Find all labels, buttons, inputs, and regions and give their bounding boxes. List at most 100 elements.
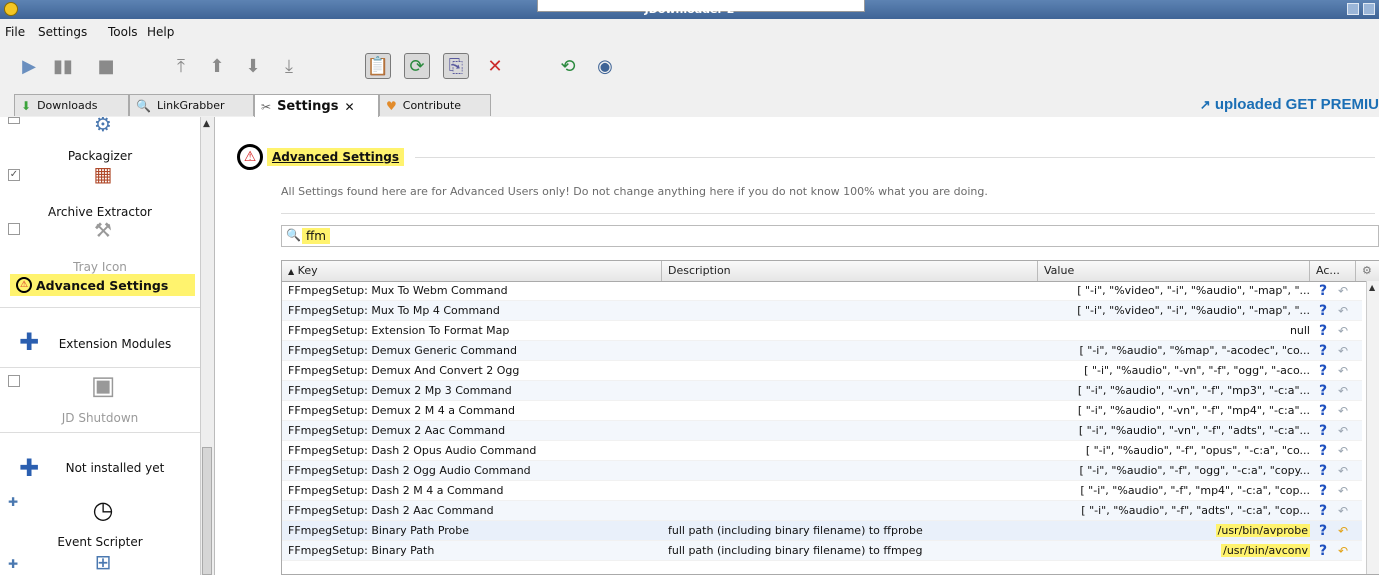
sidebar-scrollbar[interactable]: ▲: [200, 117, 214, 575]
auto-reconnect-icon[interactable]: ⟳: [404, 53, 430, 79]
help-icon[interactable]: ?: [1314, 361, 1332, 381]
sidebar-scroll-thumb[interactable]: [202, 447, 212, 575]
help-icon[interactable]: ?: [1314, 541, 1332, 561]
help-icon[interactable]: ?: [1314, 301, 1332, 321]
table-scrollbar[interactable]: ▲: [1366, 281, 1379, 574]
help-icon[interactable]: ?: [1314, 341, 1332, 361]
install-plus-icon[interactable]: ✚: [8, 557, 18, 571]
help-icon[interactable]: ?: [1314, 281, 1332, 301]
row-value[interactable]: [ "-i", "%video", "-i", "%audio", "-map"…: [1038, 281, 1310, 301]
table-row[interactable]: FFmpegSetup: Demux 2 Mp 3 Command [ "-i",…: [282, 381, 1362, 401]
row-value[interactable]: [ "-i", "%audio", "-f", "adts", "-c:a", …: [1038, 501, 1310, 521]
reset-icon[interactable]: ↶: [1334, 461, 1352, 481]
reset-icon[interactable]: ↶: [1334, 401, 1352, 421]
column-key[interactable]: ▲ Key: [282, 261, 662, 281]
reset-icon[interactable]: ↶: [1334, 341, 1352, 361]
play-icon[interactable]: ▶: [16, 53, 42, 79]
table-row[interactable]: FFmpegSetup: Demux 2 Aac Command [ "-i", …: [282, 421, 1362, 441]
move-down-icon[interactable]: ⬇: [240, 53, 266, 79]
table-row[interactable]: FFmpegSetup: Extension To Format Map null…: [282, 321, 1362, 341]
maximize-icon[interactable]: [1363, 3, 1375, 15]
table-row[interactable]: FFmpegSetup: Mux To Webm Command [ "-i", …: [282, 281, 1362, 301]
reset-icon[interactable]: ↶: [1334, 381, 1352, 401]
help-icon[interactable]: ?: [1314, 501, 1332, 521]
column-description[interactable]: Description: [662, 261, 1038, 281]
help-icon[interactable]: ?: [1314, 401, 1332, 421]
reset-icon[interactable]: ↶: [1334, 481, 1352, 501]
sidebar-item-not-installed[interactable]: Not installed yet: [30, 461, 200, 475]
table-row[interactable]: FFmpegSetup: Demux Generic Command [ "-i"…: [282, 341, 1362, 361]
move-top-icon[interactable]: ⤒: [168, 53, 194, 79]
table-row[interactable]: FFmpegSetup: Dash 2 M 4 a Command [ "-i",…: [282, 481, 1362, 501]
pause-icon[interactable]: ▮▮: [50, 53, 76, 79]
sidebar-item-jd-shutdown[interactable]: JD Shutdown: [0, 411, 200, 425]
tray-icon-checkbox[interactable]: [8, 223, 20, 235]
row-value[interactable]: null: [1038, 321, 1310, 341]
reset-icon[interactable]: ↶: [1334, 361, 1352, 381]
tab-linkgrabber[interactable]: 🔍 LinkGrabber: [129, 94, 254, 116]
menu-file[interactable]: File: [5, 25, 25, 39]
reset-icon[interactable]: ↶: [1334, 441, 1352, 461]
row-value[interactable]: [ "-i", "%audio", "-vn", "-f", "mp3", "-…: [1038, 381, 1310, 401]
table-row[interactable]: FFmpegSetup: Dash 2 Aac Command [ "-i", "…: [282, 501, 1362, 521]
reconnect-icon[interactable]: ⟲: [555, 53, 581, 79]
tab-contribute[interactable]: ♥ Contribute: [379, 94, 491, 116]
table-row[interactable]: FFmpegSetup: Mux To Mp 4 Command [ "-i", …: [282, 301, 1362, 321]
table-row[interactable]: FFmpegSetup: Demux 2 M 4 a Command [ "-i"…: [282, 401, 1362, 421]
menu-tools[interactable]: Tools: [108, 25, 138, 39]
sidebar-item-event-scripter[interactable]: Event Scripter: [0, 535, 200, 549]
column-actions[interactable]: Ac...: [1310, 261, 1356, 281]
menu-help[interactable]: Help: [147, 25, 174, 39]
scroll-up-icon[interactable]: ▲: [203, 119, 210, 129]
table-row[interactable]: FFmpegSetup: Binary Path full path (inclu…: [282, 541, 1362, 561]
jd-shutdown-checkbox[interactable]: [8, 375, 20, 387]
move-up-icon[interactable]: ⬆: [204, 53, 230, 79]
scroll-up-icon[interactable]: ▲: [1369, 283, 1375, 292]
filter-input[interactable]: 🔍 ffm: [281, 225, 1379, 247]
row-value[interactable]: [ "-i", "%audio", "-vn", "-f", "adts", "…: [1038, 421, 1310, 441]
row-value[interactable]: /usr/bin/avconv: [1038, 541, 1310, 561]
table-row[interactable]: FFmpegSetup: Binary Path Probe full path …: [282, 521, 1362, 541]
row-value[interactable]: [ "-i", "%audio", "-f", "mp4", "-c:a", "…: [1038, 481, 1310, 501]
install-plus-icon[interactable]: ✚: [8, 495, 18, 509]
table-row[interactable]: FFmpegSetup: Demux And Convert 2 Ogg [ "-…: [282, 361, 1362, 381]
help-icon[interactable]: ?: [1314, 441, 1332, 461]
sidebar-item-extension-modules[interactable]: Extension Modules: [30, 337, 200, 351]
row-value[interactable]: [ "-i", "%audio", "-f", "opus", "-c:a", …: [1038, 441, 1310, 461]
table-row[interactable]: FFmpegSetup: Dash 2 Opus Audio Command [ …: [282, 441, 1362, 461]
row-value[interactable]: [ "-i", "%audio", "-vn", "-f", "ogg", "-…: [1038, 361, 1310, 381]
help-icon[interactable]: ?: [1314, 521, 1332, 541]
close-tab-icon[interactable]: ✕: [344, 100, 354, 114]
reset-icon[interactable]: ↶: [1334, 541, 1352, 561]
menu-settings[interactable]: Settings: [38, 25, 87, 39]
sidebar-item-tray-icon[interactable]: Tray Icon: [0, 260, 200, 274]
reset-icon[interactable]: ↶: [1334, 421, 1352, 441]
premium-toggle-icon[interactable]: ⎘: [443, 53, 469, 79]
row-value[interactable]: [ "-i", "%audio", "-f", "ogg", "-c:a", "…: [1038, 461, 1310, 481]
reset-icon[interactable]: ↶: [1334, 321, 1352, 341]
checkbox-top[interactable]: [8, 117, 20, 124]
help-icon[interactable]: ?: [1314, 381, 1332, 401]
help-icon[interactable]: ?: [1314, 481, 1332, 501]
sidebar-item-advanced-settings[interactable]: ⚠ Advanced Settings: [10, 274, 195, 296]
move-bottom-icon[interactable]: ⤓: [276, 53, 302, 79]
row-value[interactable]: [ "-i", "%audio", "%map", "-acodec", "co…: [1038, 341, 1310, 361]
minimize-icon[interactable]: [1347, 3, 1359, 15]
column-value[interactable]: Value: [1038, 261, 1310, 281]
reset-icon[interactable]: ↶: [1334, 501, 1352, 521]
clipboard-observer-icon[interactable]: 📋: [365, 53, 391, 79]
column-config-icon[interactable]: ⚙: [1356, 261, 1379, 281]
help-icon[interactable]: ?: [1314, 461, 1332, 481]
help-icon[interactable]: ?: [1314, 421, 1332, 441]
tab-settings[interactable]: ✂ Settings ✕: [254, 94, 379, 118]
table-row[interactable]: FFmpegSetup: Dash 2 Ogg Audio Command [ "…: [282, 461, 1362, 481]
tab-downloads[interactable]: ⬇ Downloads: [14, 94, 129, 116]
reset-icon[interactable]: ↶: [1334, 301, 1352, 321]
archive-extractor-checkbox[interactable]: ✓: [8, 169, 20, 181]
speed-limit-icon[interactable]: ✕: [482, 53, 508, 79]
update-icon[interactable]: ◉: [592, 53, 618, 79]
help-icon[interactable]: ?: [1314, 321, 1332, 341]
row-value[interactable]: /usr/bin/avprobe: [1038, 521, 1310, 541]
uploaded-banner[interactable]: ↗ uploaded GET PREMIU: [1200, 96, 1379, 113]
stop-icon[interactable]: ■: [93, 53, 119, 79]
